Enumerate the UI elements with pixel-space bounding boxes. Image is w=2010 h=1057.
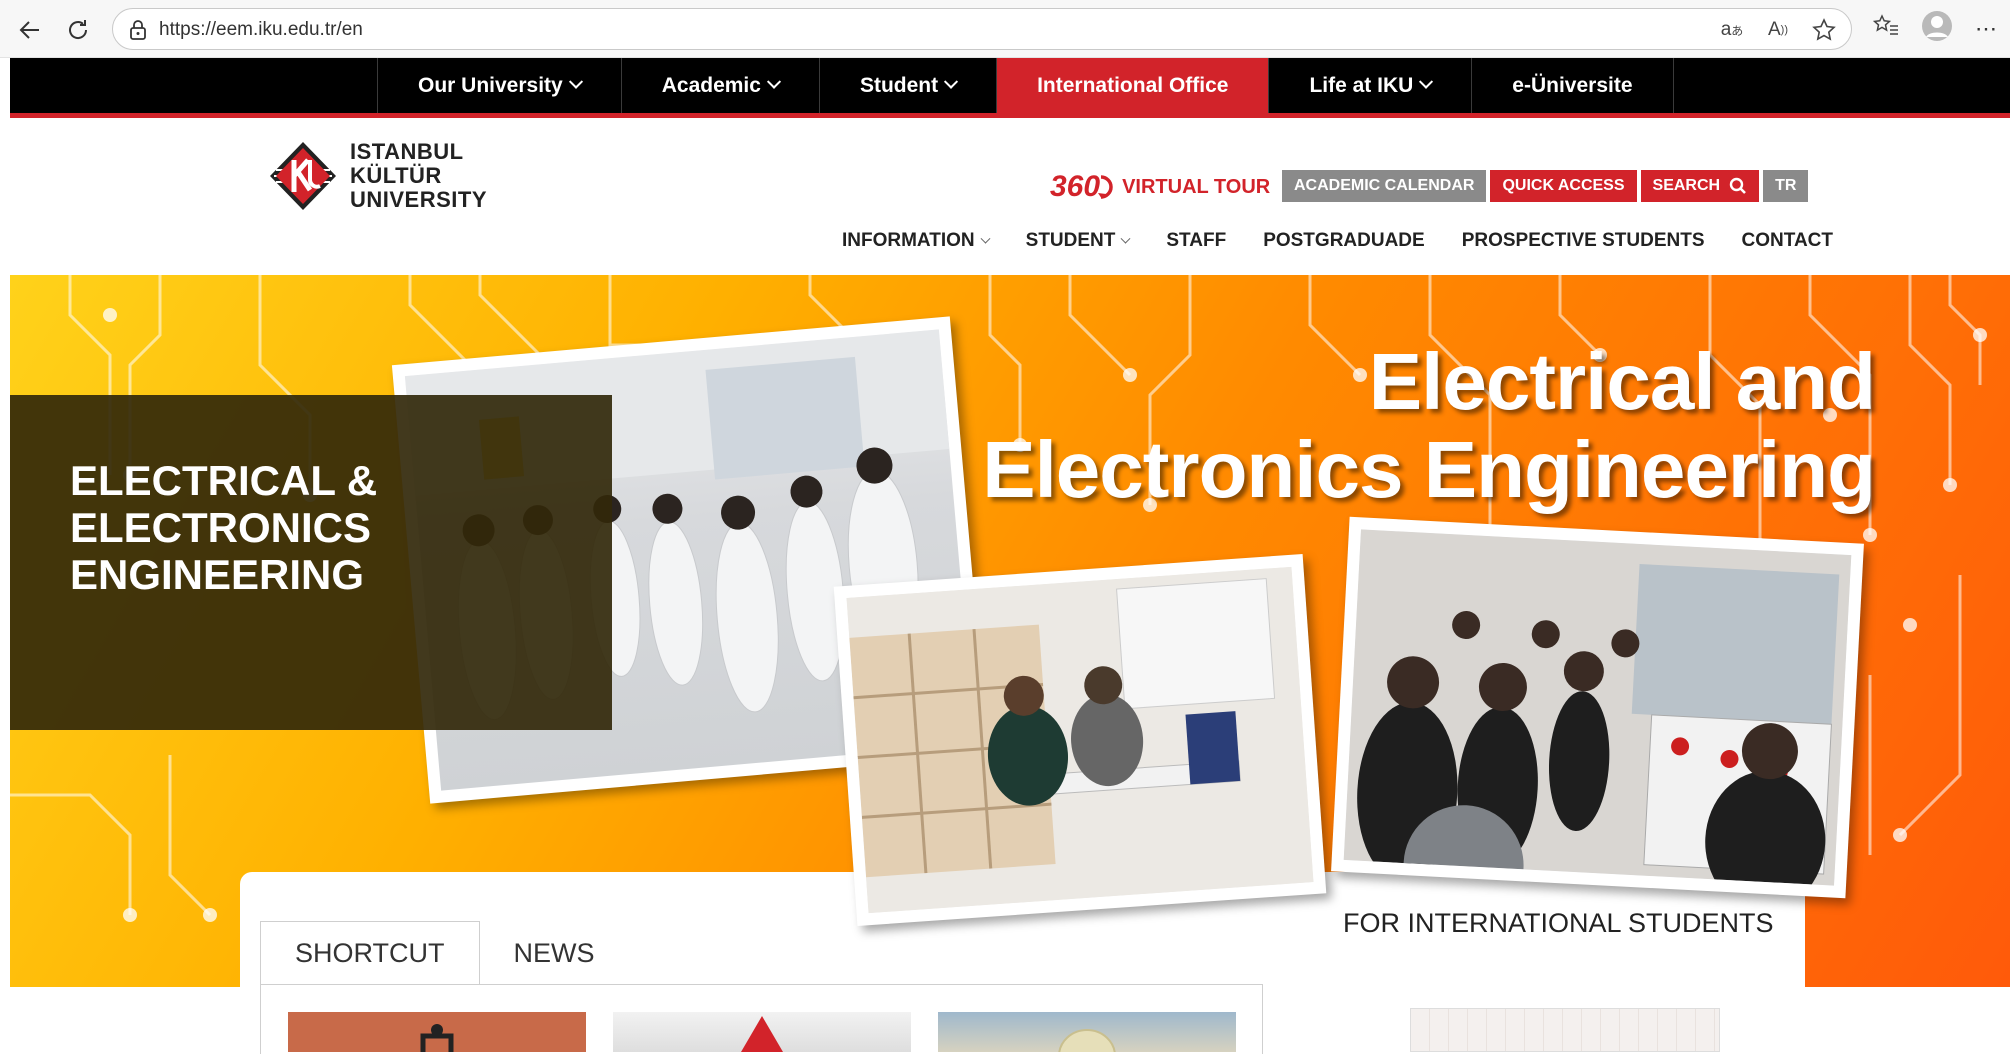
tab-shortcut[interactable]: SHORTCUT [260, 921, 480, 985]
lab-photo-3 [1331, 516, 1864, 899]
lock-icon[interactable] [129, 20, 147, 45]
lab-photo-2 [833, 554, 1327, 926]
favorites-icon[interactable] [1872, 14, 1899, 43]
shortcut-tile[interactable] [938, 1012, 1236, 1057]
read-aloud-icon[interactable]: aあ [1719, 17, 1745, 43]
shortcut-panel [260, 984, 1263, 1057]
chevron-down-icon [944, 74, 959, 89]
chevron-down-icon [1120, 233, 1131, 244]
hero-box-title: ELECTRICAL & ELECTRONICS ENGINEERING [70, 457, 378, 598]
subnav-information[interactable]: INFORMATION [842, 230, 991, 252]
favorite-star-icon[interactable] [1811, 17, 1837, 43]
tour-arrow-icon [1098, 175, 1113, 199]
refresh-icon[interactable] [60, 12, 96, 48]
address-bar[interactable]: https://eem.iku.edu.tr/en aあ A)) [112, 8, 1852, 50]
warning-triangle-icon [741, 1016, 783, 1052]
url-text[interactable]: https://eem.iku.edu.tr/en [159, 19, 363, 41]
chevron-down-icon [568, 74, 583, 89]
topnav-life-at-iku[interactable]: Life at IKU [1268, 58, 1471, 113]
tour-label: VIRTUAL TOUR [1122, 175, 1271, 198]
search-button[interactable]: SEARCH [1640, 170, 1760, 202]
virtual-tour-link[interactable]: 360 VIRTUAL TOUR [1050, 170, 1270, 204]
more-options-icon[interactable]: ⋯ [1975, 16, 1998, 42]
topnav-our-university[interactable]: Our University [377, 58, 621, 113]
language-tr-button[interactable]: TR [1763, 170, 1809, 202]
chevron-down-icon [1419, 74, 1434, 89]
top-navigation: Our University Academic Student Internat… [10, 58, 2010, 118]
clipboard-icon [420, 1024, 454, 1052]
hero-title-box: ELECTRICAL & ELECTRONICS ENGINEERING [10, 395, 612, 730]
chevron-down-icon [980, 233, 991, 244]
back-icon[interactable] [12, 12, 48, 48]
subnav-staff[interactable]: STAFF [1166, 230, 1226, 252]
international-students-image[interactable] [1410, 1008, 1720, 1052]
search-icon [1729, 177, 1747, 194]
subnav-postgraduade[interactable]: POSTGRADUADE [1263, 230, 1425, 252]
topnav-student[interactable]: Student [818, 58, 996, 113]
immersive-reader-icon[interactable]: A)) [1765, 17, 1791, 43]
quick-access-button[interactable]: QUICK ACCESS [1490, 170, 1637, 202]
logo-text: ISTANBUL KÜLTÜR UNIVERSITY [350, 139, 488, 212]
tour-360-label: 360 [1050, 170, 1101, 203]
tab-news[interactable]: NEWS [480, 921, 629, 985]
quick-buttons: ACADEMIC CALENDAR QUICK ACCESS SEARCH TR [1282, 170, 1809, 202]
subnav-student[interactable]: STUDENT [1026, 230, 1131, 252]
iku-logo-icon [270, 142, 336, 210]
content-tabs: SHORTCUT NEWS [260, 921, 629, 985]
chevron-down-icon [766, 74, 782, 89]
site-header: ISTANBUL KÜLTÜR UNIVERSITY 360 VIRTUAL T… [10, 118, 2010, 275]
subnav-contact[interactable]: CONTACT [1742, 230, 1833, 252]
topnav-e-universite[interactable]: e-Üniversite [1471, 58, 1674, 113]
hero-headline: Electrical and Electronics Engineering [982, 337, 1876, 514]
profile-avatar[interactable] [1921, 10, 1953, 47]
topnav-international-office[interactable]: International Office [996, 58, 1269, 113]
international-students-heading: FOR INTERNATIONAL STUDENTS [1343, 908, 1774, 938]
subnav-prospective-students[interactable]: PROSPECTIVE STUDENTS [1462, 230, 1705, 252]
shortcut-tile[interactable] [288, 1012, 586, 1052]
university-logo[interactable]: ISTANBUL KÜLTÜR UNIVERSITY [268, 140, 487, 212]
globe-icon [1058, 1029, 1116, 1057]
sub-navigation: INFORMATION STUDENT STAFF POSTGRADUADE P… [842, 230, 1833, 252]
topnav-academic[interactable]: Academic [620, 58, 819, 113]
academic-calendar-button[interactable]: ACADEMIC CALENDAR [1282, 170, 1487, 202]
shortcut-tile[interactable] [613, 1012, 911, 1052]
browser-chrome: https://eem.iku.edu.tr/en aあ A)) ⋯ [0, 0, 2010, 58]
